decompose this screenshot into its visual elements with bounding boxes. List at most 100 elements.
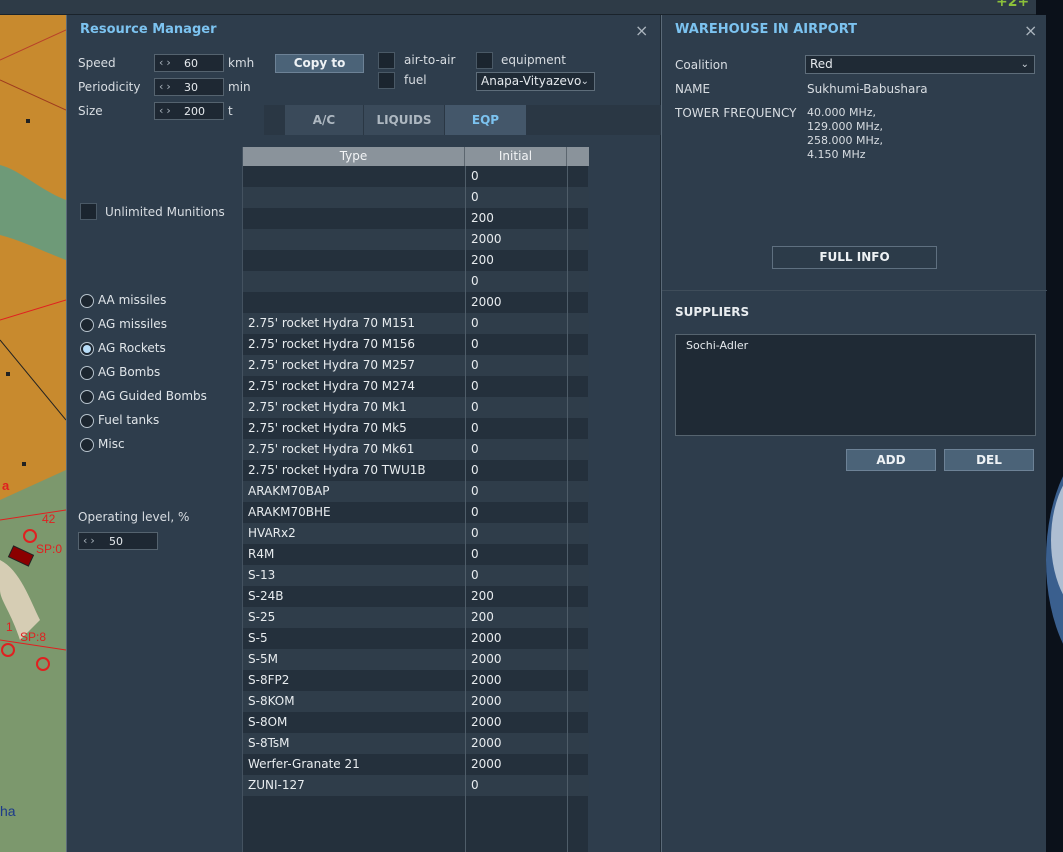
table-row[interactable]: 2.75' rocket Hydra 70 Mk5 0 — [243, 418, 589, 439]
mission-map[interactable]: 42 SP:0 1 SP:8 a ha — [0, 0, 66, 852]
table-row[interactable]: S-8OM 2000 — [243, 712, 589, 733]
table-row[interactable]: 2000 — [243, 292, 589, 313]
table-row[interactable]: S-5 2000 — [243, 628, 589, 649]
tab-liquids[interactable]: LIQUIDS — [364, 105, 444, 135]
cell-initial[interactable]: 200 — [471, 610, 494, 624]
cell-initial[interactable]: 0 — [471, 379, 479, 393]
stepper-arrows-icon[interactable]: ‹› — [83, 534, 98, 547]
cell-initial[interactable]: 200 — [471, 211, 494, 225]
cell-initial[interactable]: 0 — [471, 547, 479, 561]
cell-initial[interactable]: 0 — [471, 484, 479, 498]
cell-initial[interactable]: 2000 — [471, 295, 502, 309]
cell-initial[interactable]: 0 — [471, 358, 479, 372]
copy-to-button[interactable]: Copy to — [275, 54, 364, 73]
tab-eqp[interactable]: EQP — [445, 105, 526, 135]
cell-type: ARAKM70BAP — [248, 484, 330, 498]
cell-initial[interactable]: 2000 — [471, 232, 502, 246]
cell-initial[interactable]: 0 — [471, 421, 479, 435]
cell-initial[interactable]: 0 — [471, 400, 479, 414]
table-row[interactable]: R4M 0 — [243, 544, 589, 565]
periodicity-stepper[interactable]: ‹› 30 — [154, 78, 224, 96]
cell-initial[interactable]: 0 — [471, 442, 479, 456]
cell-initial[interactable]: 0 — [471, 190, 479, 204]
size-label: Size — [78, 104, 103, 118]
suppliers-list[interactable]: Sochi-Adler — [675, 334, 1036, 436]
table-row[interactable]: 200 — [243, 208, 589, 229]
cell-initial[interactable]: 0 — [471, 463, 479, 477]
unlimited-munitions-checkbox[interactable] — [80, 203, 97, 220]
table-row[interactable]: S-13 0 — [243, 565, 589, 586]
radio-button[interactable] — [80, 294, 94, 308]
table-row[interactable]: 2.75' rocket Hydra 70 M257 0 — [243, 355, 589, 376]
radio-button[interactable] — [80, 390, 94, 404]
table-row[interactable]: S-8FP2 2000 — [243, 670, 589, 691]
table-row[interactable]: 2.75' rocket Hydra 70 M151 0 — [243, 313, 589, 334]
table-row[interactable]: Werfer-Granate 21 2000 — [243, 754, 589, 775]
table-row[interactable]: S-8TsM 2000 — [243, 733, 589, 754]
copy-target-select[interactable]: Anapa-Vityazevo ⌄ — [476, 72, 595, 91]
table-row[interactable]: 0 — [243, 271, 589, 292]
table-row[interactable]: 2.75' rocket Hydra 70 M156 0 — [243, 334, 589, 355]
tab-ac[interactable]: A/C — [285, 105, 363, 135]
cell-initial[interactable]: 2000 — [471, 652, 502, 666]
cell-initial[interactable]: 0 — [471, 274, 479, 288]
stepper-arrows-icon[interactable]: ‹› — [159, 56, 174, 69]
column-header-type[interactable]: Type — [243, 147, 465, 166]
table-row[interactable]: 2.75' rocket Hydra 70 TWU1B 0 — [243, 460, 589, 481]
cell-initial[interactable]: 0 — [471, 337, 479, 351]
list-item[interactable]: Sochi-Adler — [686, 339, 748, 352]
operating-level-stepper[interactable]: ‹› 50 — [78, 532, 158, 550]
table-row[interactable]: ARAKM70BAP 0 — [243, 481, 589, 502]
cell-initial[interactable]: 2000 — [471, 757, 502, 771]
cell-initial[interactable]: 200 — [471, 253, 494, 267]
close-icon[interactable]: × — [635, 23, 648, 39]
del-supplier-button[interactable]: DEL — [944, 449, 1034, 471]
table-row[interactable]: S-5M 2000 — [243, 649, 589, 670]
radio-button[interactable] — [80, 414, 94, 428]
radio-button[interactable] — [80, 318, 94, 332]
table-row[interactable]: 2.75' rocket Hydra 70 M274 0 — [243, 376, 589, 397]
cell-initial[interactable]: 2000 — [471, 694, 502, 708]
cell-initial[interactable]: 2000 — [471, 673, 502, 687]
table-row[interactable]: 2000 — [243, 229, 589, 250]
table-row[interactable]: ZUNI-127 0 — [243, 775, 589, 796]
table-row[interactable]: 2.75' rocket Hydra 70 Mk1 0 — [243, 397, 589, 418]
cell-initial[interactable]: 0 — [471, 169, 479, 183]
cell-initial[interactable]: 2000 — [471, 736, 502, 750]
speed-stepper[interactable]: ‹› 60 — [154, 54, 224, 72]
radio-button[interactable] — [80, 438, 94, 452]
table-row[interactable]: 0 — [243, 166, 589, 187]
stepper-arrows-icon[interactable]: ‹› — [159, 80, 174, 93]
table-row[interactable]: S-25 200 — [243, 607, 589, 628]
radio-button[interactable] — [80, 342, 94, 356]
table-row[interactable]: 200 — [243, 250, 589, 271]
table-row[interactable]: HVARx2 0 — [243, 523, 589, 544]
cell-initial[interactable]: 0 — [471, 316, 479, 330]
table-row[interactable]: 0 — [243, 187, 589, 208]
periodicity-label: Periodicity — [78, 80, 141, 94]
cell-initial[interactable]: 200 — [471, 589, 494, 603]
table-row[interactable]: S-24B 200 — [243, 586, 589, 607]
table-row[interactable]: 2.75' rocket Hydra 70 Mk61 0 — [243, 439, 589, 460]
cell-initial[interactable]: 0 — [471, 526, 479, 540]
cell-initial[interactable]: 2000 — [471, 631, 502, 645]
column-header-initial[interactable]: Initial — [465, 147, 567, 166]
add-supplier-button[interactable]: ADD — [846, 449, 936, 471]
cell-initial[interactable]: 2000 — [471, 715, 502, 729]
size-stepper[interactable]: ‹› 200 — [154, 102, 224, 120]
cell-type: 2.75' rocket Hydra 70 Mk5 — [248, 421, 407, 435]
coalition-select[interactable]: Red ⌄ — [805, 55, 1035, 74]
fuel-checkbox[interactable] — [378, 72, 395, 89]
cell-initial[interactable]: 0 — [471, 778, 479, 792]
cell-initial[interactable]: 0 — [471, 568, 479, 582]
close-icon[interactable]: × — [1024, 23, 1037, 39]
air-to-air-checkbox[interactable] — [378, 52, 395, 69]
equipment-checkbox[interactable] — [476, 52, 493, 69]
radio-button[interactable] — [80, 366, 94, 380]
table-row[interactable]: ARAKM70BHE 0 — [243, 502, 589, 523]
table-row[interactable]: S-8KOM 2000 — [243, 691, 589, 712]
stepper-arrows-icon[interactable]: ‹› — [159, 104, 174, 117]
full-info-button[interactable]: FULL INFO — [772, 246, 937, 269]
tower-frequency-label: TOWER FREQUENCY — [675, 106, 797, 120]
cell-initial[interactable]: 0 — [471, 505, 479, 519]
